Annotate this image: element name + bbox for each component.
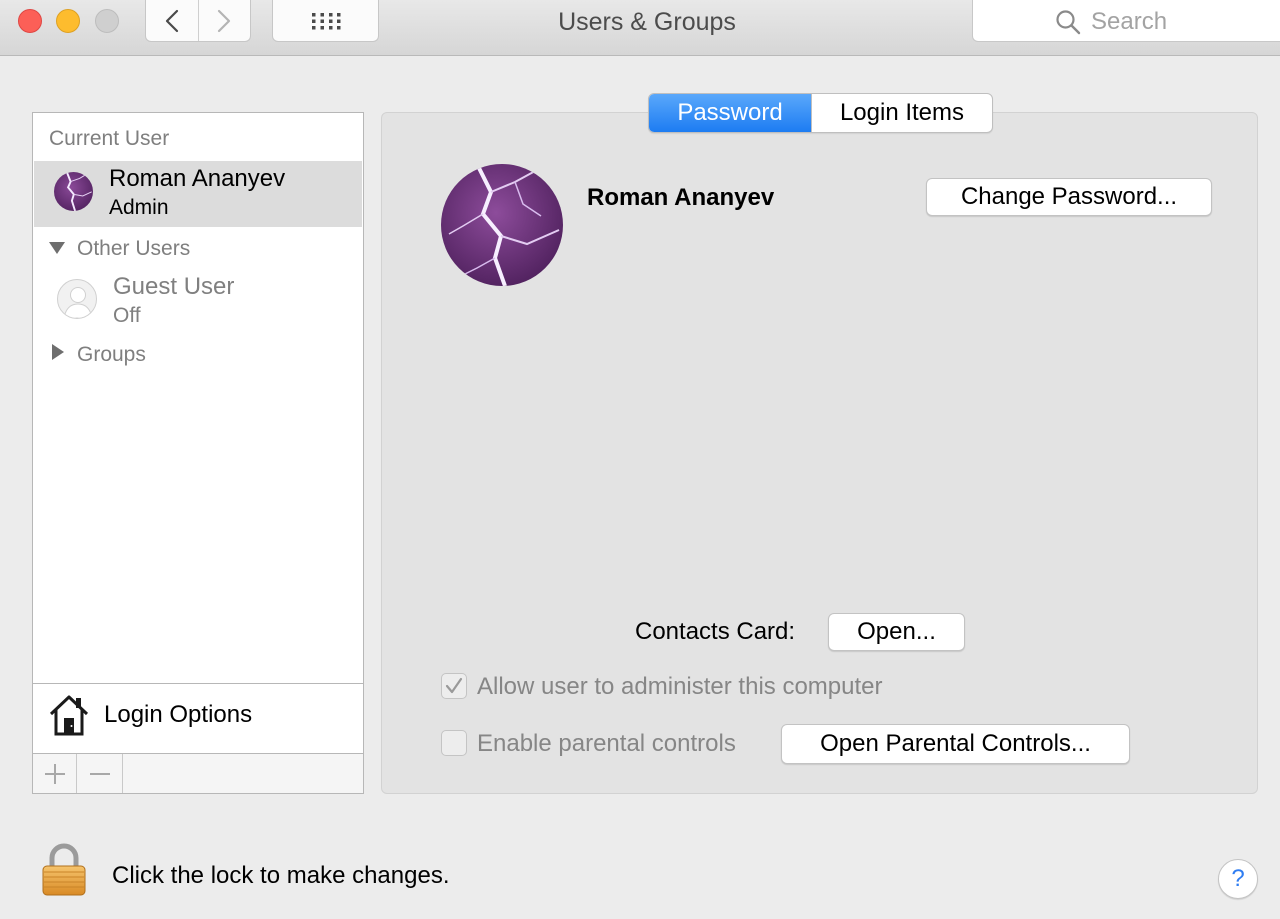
guest-user-name[interactable]: Guest User bbox=[113, 273, 234, 301]
navigation-buttons bbox=[145, 0, 251, 42]
change-password-button[interactable]: Change Password... bbox=[926, 178, 1212, 216]
allow-admin-checkbox[interactable] bbox=[441, 673, 467, 699]
plus-icon bbox=[44, 763, 65, 784]
house-icon bbox=[49, 695, 89, 736]
help-button[interactable]: ? bbox=[1218, 859, 1258, 899]
back-button[interactable] bbox=[146, 0, 198, 41]
tab-password[interactable]: Password bbox=[649, 94, 811, 132]
parental-controls-checkbox[interactable] bbox=[441, 730, 467, 756]
search-icon bbox=[1056, 10, 1081, 35]
disclosure-triangle-open-icon[interactable] bbox=[49, 240, 65, 256]
minimize-button[interactable] bbox=[56, 9, 80, 33]
user-picture[interactable] bbox=[441, 164, 563, 286]
show-all-button[interactable] bbox=[272, 0, 379, 42]
tab-bar: Password Login Items bbox=[648, 93, 993, 133]
guest-avatar bbox=[57, 279, 97, 319]
parental-controls-label: Enable parental controls bbox=[477, 730, 736, 757]
minus-icon bbox=[89, 772, 110, 775]
zoom-button[interactable] bbox=[95, 9, 119, 33]
current-user-row[interactable]: Roman Ananyev Admin bbox=[34, 161, 362, 227]
user-full-name: Roman Ananyev bbox=[587, 184, 775, 211]
current-user-role: Admin bbox=[109, 196, 169, 219]
chevron-right-icon bbox=[218, 9, 231, 32]
add-user-button[interactable] bbox=[33, 754, 77, 793]
checkmark-icon bbox=[445, 677, 463, 694]
lock-icon[interactable] bbox=[40, 843, 88, 897]
forward-button[interactable] bbox=[197, 0, 251, 41]
close-button[interactable] bbox=[18, 9, 42, 33]
lock-message: Click the lock to make changes. bbox=[112, 862, 450, 889]
allow-admin-label: Allow user to administer this computer bbox=[477, 673, 883, 700]
current-user-heading: Current User bbox=[49, 127, 170, 150]
other-users-heading: Other Users bbox=[77, 237, 191, 260]
tab-login-items[interactable]: Login Items bbox=[811, 94, 992, 132]
sidebar-toolbar bbox=[33, 753, 363, 793]
title-bar: Users & Groups Search bbox=[0, 0, 1280, 56]
avatar bbox=[54, 172, 93, 211]
grid-icon bbox=[311, 12, 340, 29]
open-parental-controls-button[interactable]: Open Parental Controls... bbox=[781, 724, 1130, 764]
current-user-name: Roman Ananyev bbox=[109, 165, 286, 192]
remove-user-button[interactable] bbox=[77, 754, 123, 793]
window-title: Users & Groups bbox=[558, 8, 736, 36]
search-field[interactable]: Search bbox=[972, 0, 1280, 42]
login-options-row[interactable]: Login Options bbox=[33, 683, 363, 753]
users-sidebar: Current User Roman Ananyev Admin Other U… bbox=[32, 112, 364, 794]
guest-user-status: Off bbox=[113, 304, 141, 327]
login-options-label: Login Options bbox=[104, 701, 253, 728]
contacts-card-label: Contacts Card: bbox=[635, 618, 796, 645]
open-contacts-card-button[interactable]: Open... bbox=[828, 613, 965, 651]
search-placeholder: Search bbox=[1091, 8, 1168, 35]
chevron-left-icon bbox=[165, 9, 178, 32]
disclosure-triangle-closed-icon[interactable] bbox=[50, 344, 66, 360]
groups-heading[interactable]: Groups bbox=[77, 343, 146, 367]
